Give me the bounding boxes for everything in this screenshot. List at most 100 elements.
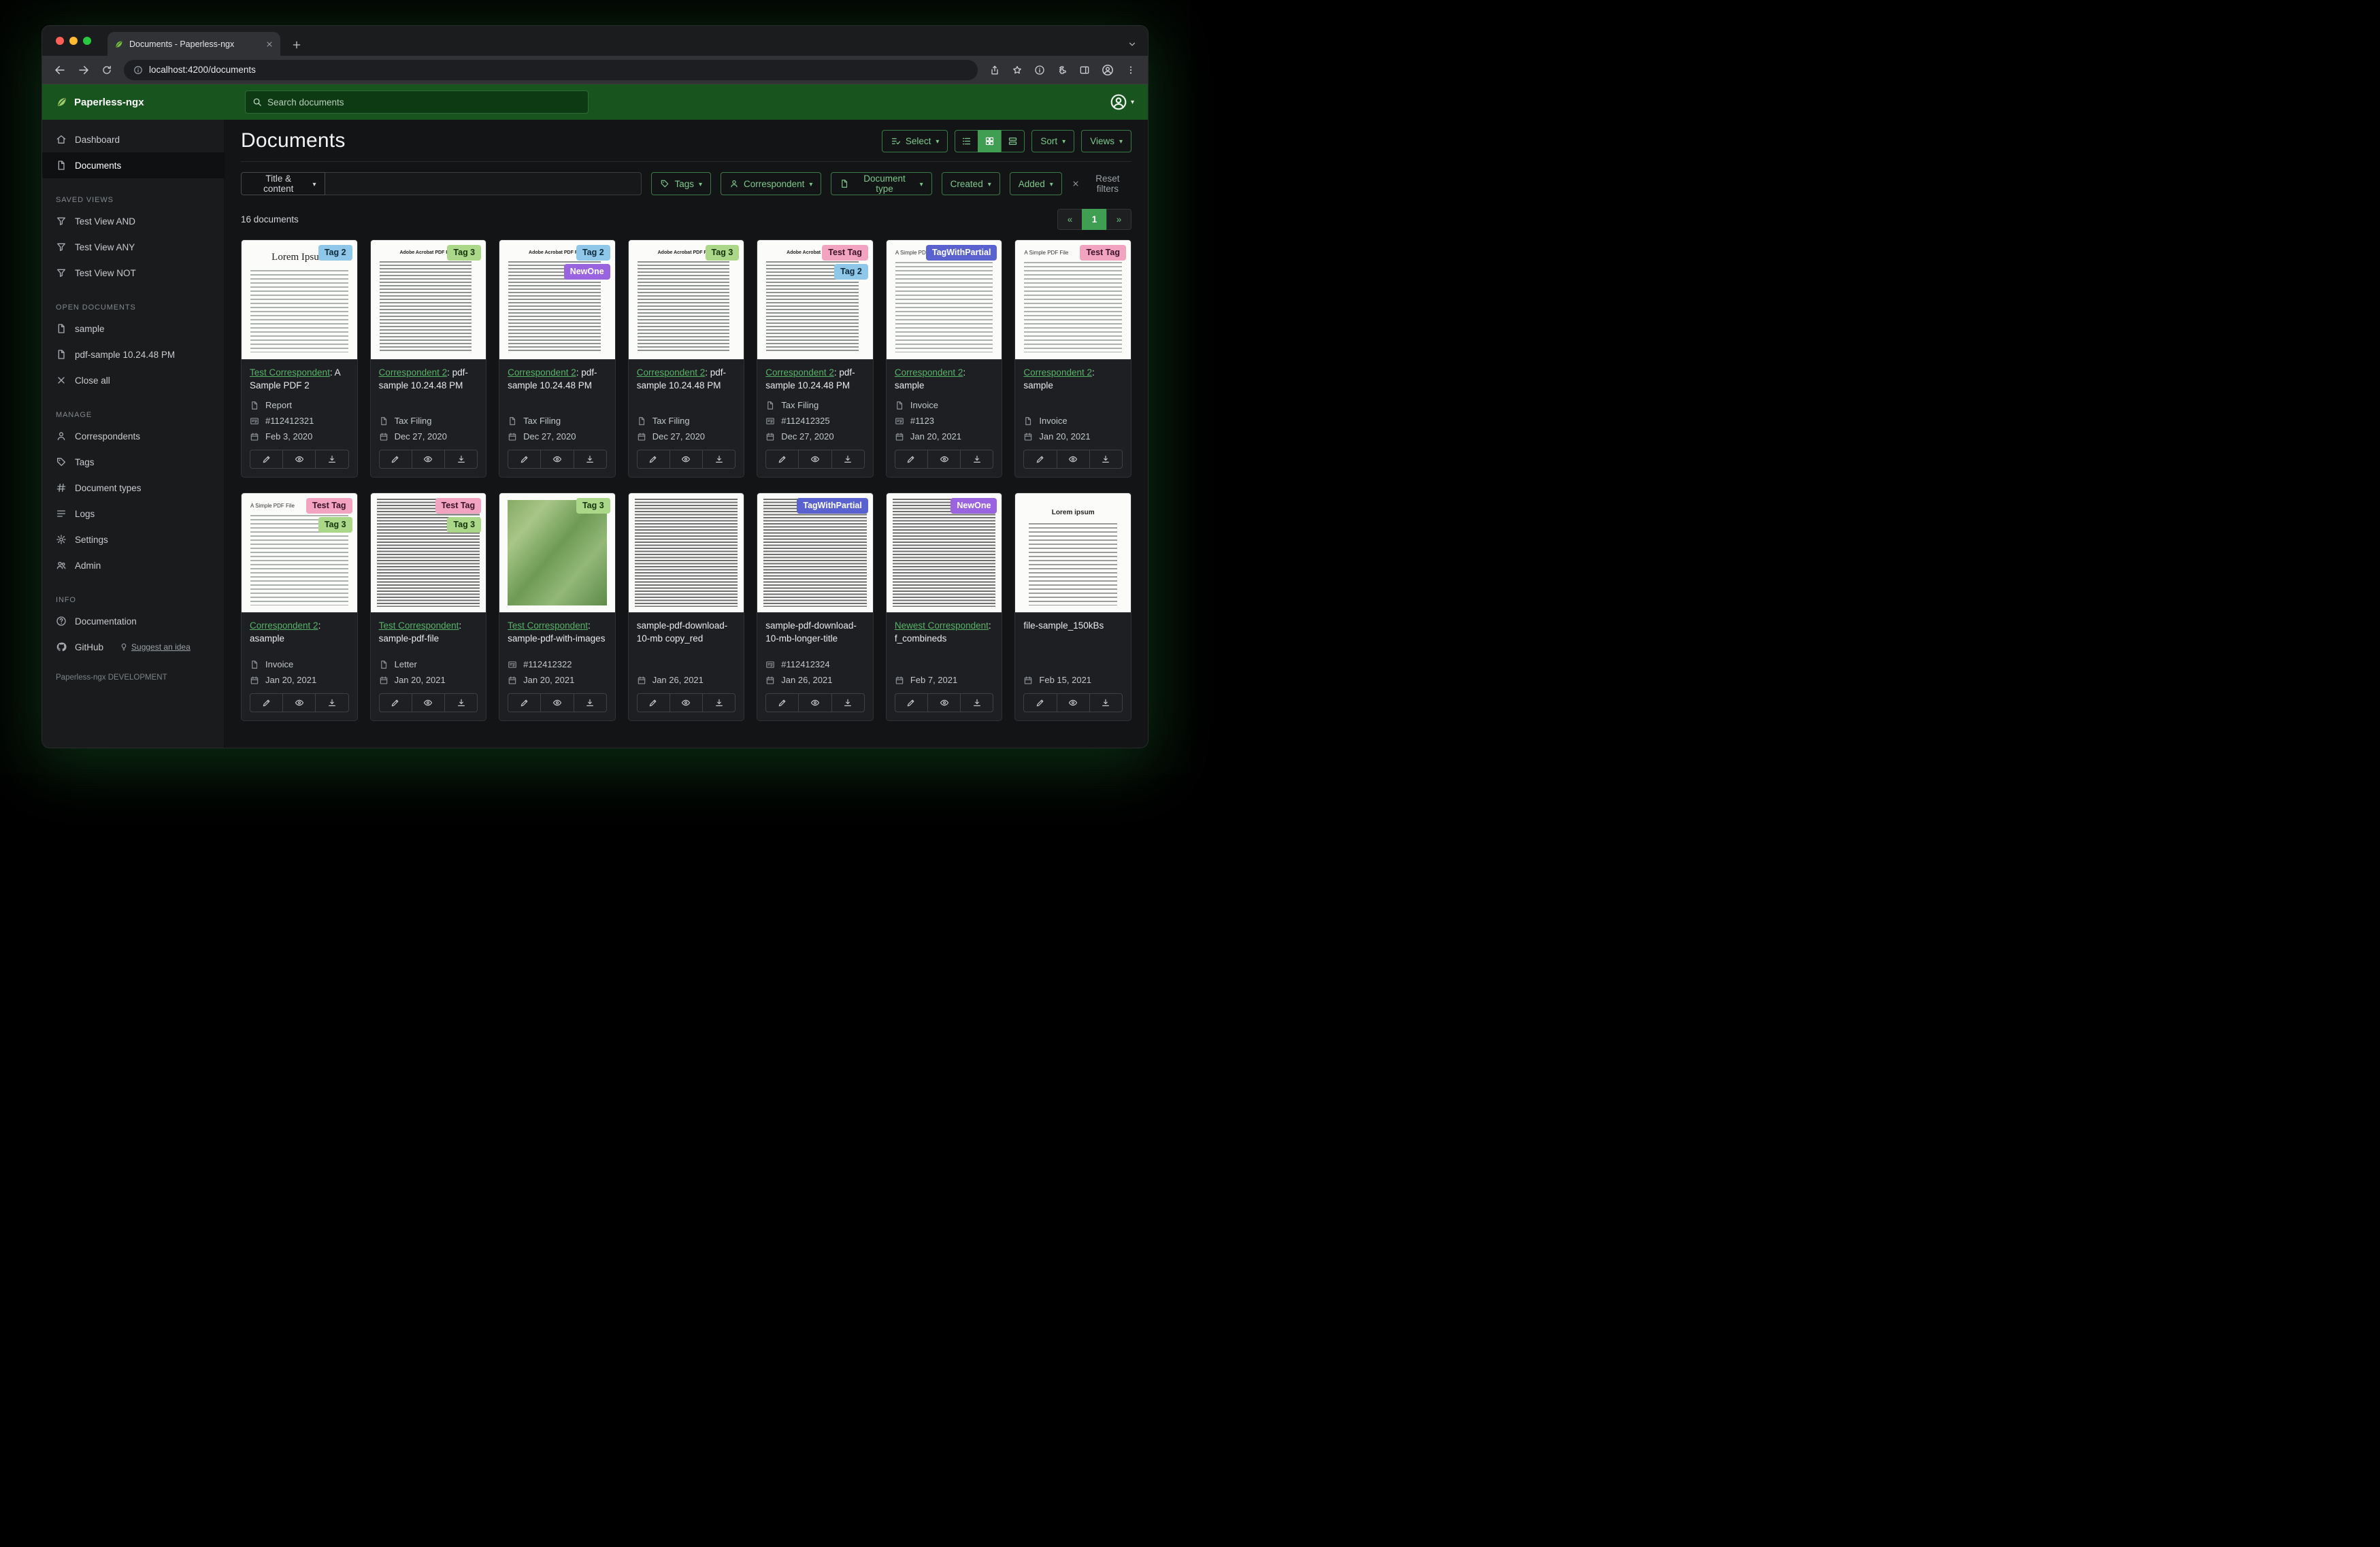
edit-button[interactable] (508, 450, 542, 469)
reload-icon[interactable] (101, 65, 112, 76)
tab-close-icon[interactable] (265, 40, 274, 48)
sidebar-item[interactable]: Correspondents (42, 423, 224, 449)
forward-icon[interactable] (78, 64, 90, 76)
sidebar-item[interactable]: Logs (42, 501, 224, 527)
download-button[interactable] (831, 693, 865, 713)
view-button[interactable] (927, 693, 961, 713)
tag-badge[interactable]: TagWithPartial (925, 245, 997, 261)
document-title-text[interactable]: file-sample_150kBs (1023, 620, 1104, 631)
correspondent-link[interactable]: Correspondent 2 (508, 367, 576, 378)
view-list-button[interactable] (955, 129, 979, 152)
document-thumbnail[interactable]: A Simple PDF File Test Tag Tag 3 (242, 493, 357, 614)
edit-button[interactable] (765, 693, 799, 713)
filter-field-button[interactable]: Title & content (241, 172, 325, 195)
browser-tab[interactable]: Documents - Paperless-ngx (108, 32, 280, 56)
view-button[interactable] (411, 693, 445, 713)
edit-button[interactable] (250, 450, 284, 469)
document-thumbnail[interactable]: A Simple PDF File Test Tag (1015, 240, 1131, 360)
view-button[interactable] (1056, 693, 1090, 713)
window-minimize-button[interactable] (69, 37, 78, 45)
tag-badge[interactable]: NewOne (951, 498, 997, 514)
sidebar-item[interactable]: Tags (42, 449, 224, 475)
download-button[interactable] (702, 450, 736, 469)
sidebar-item[interactable]: sample (42, 316, 224, 342)
download-button[interactable] (1089, 450, 1123, 469)
document-thumbnail[interactable]: Adobe Acrobat PDF Files Test Tag Tag 2 (757, 240, 873, 360)
new-tab-button[interactable] (291, 39, 302, 50)
tag-badge[interactable]: Tag 3 (576, 498, 610, 514)
side-panel-icon[interactable] (1079, 65, 1090, 76)
sidebar-item-github[interactable]: GitHub Suggest an idea (42, 634, 224, 660)
edit-button[interactable] (378, 450, 412, 469)
view-button[interactable] (669, 450, 704, 469)
tag-badge[interactable]: TagWithPartial (797, 498, 868, 514)
bookmark-star-icon[interactable] (1012, 65, 1023, 76)
extensions-icon[interactable] (1057, 65, 1068, 76)
edit-button[interactable] (636, 450, 670, 469)
browser-profile-icon[interactable] (1102, 64, 1114, 76)
view-button[interactable] (798, 450, 832, 469)
edit-button[interactable] (894, 450, 929, 469)
suggest-idea-link[interactable]: Suggest an idea (120, 642, 191, 652)
view-detail-button[interactable] (1001, 129, 1025, 152)
views-button[interactable]: Views (1081, 129, 1131, 152)
filter-text-input[interactable] (325, 172, 642, 195)
correspondent-link[interactable]: Correspondent 2 (379, 367, 448, 378)
back-icon[interactable] (54, 64, 66, 76)
sidebar-item[interactable]: Test View NOT (42, 260, 224, 286)
document-title-text[interactable]: sample-pdf-download-10-mb-longer-title (765, 620, 857, 644)
document-thumbnail[interactable]: Adobe Acrobat PDF Files Tag 3 (370, 240, 486, 360)
created-filter-button[interactable]: Created (941, 172, 1000, 195)
view-button[interactable] (927, 450, 961, 469)
tag-badge[interactable]: Tag 3 (447, 517, 482, 533)
view-button[interactable] (669, 693, 704, 713)
view-button[interactable] (540, 450, 574, 469)
document-title-text[interactable]: sample-pdf-download-10-mb copy_red (637, 620, 728, 644)
reset-filters-button[interactable]: Reset filters (1072, 173, 1131, 194)
tag-badge[interactable]: Tag 3 (705, 245, 740, 261)
download-button[interactable] (1089, 693, 1123, 713)
sidebar-item[interactable]: Dashboard (42, 127, 224, 152)
download-button[interactable] (831, 450, 865, 469)
current-page-button[interactable]: 1 (1082, 209, 1107, 230)
document-thumbnail[interactable] (628, 493, 744, 614)
correspondent-link[interactable]: Newest Correspondent (895, 620, 989, 631)
page-tools-icon[interactable] (1034, 65, 1045, 76)
correspondent-link[interactable]: Test Correspondent (508, 620, 588, 631)
tag-badge[interactable]: Test Tag (435, 498, 482, 514)
correspondent-link[interactable]: Test Correspondent (250, 367, 330, 378)
browser-menu-icon[interactable] (1125, 65, 1136, 76)
view-button[interactable] (411, 450, 445, 469)
share-icon[interactable] (989, 65, 1000, 76)
download-button[interactable] (960, 693, 994, 713)
download-button[interactable] (960, 450, 994, 469)
sidebar-item[interactable]: Test View ANY (42, 234, 224, 260)
tag-badge[interactable]: NewOne (563, 263, 610, 280)
correspondent-filter-button[interactable]: Correspondent (721, 172, 822, 195)
tab-search-icon[interactable] (1127, 39, 1137, 49)
sidebar-item[interactable]: Document types (42, 475, 224, 501)
correspondent-link[interactable]: Correspondent 2 (250, 620, 318, 631)
tag-badge[interactable]: Test Tag (1080, 245, 1126, 261)
window-close-button[interactable] (56, 37, 64, 45)
document-type-filter-button[interactable]: Document type (831, 172, 932, 195)
edit-button[interactable] (378, 693, 412, 713)
tag-badge[interactable]: Tag 2 (834, 263, 868, 280)
edit-button[interactable] (250, 693, 284, 713)
account-menu[interactable] (1110, 93, 1134, 111)
correspondent-link[interactable]: Test Correspondent (379, 620, 459, 631)
edit-button[interactable] (1023, 450, 1057, 469)
sidebar-item[interactable]: Documentation (42, 608, 224, 634)
tag-badge[interactable]: Tag 2 (318, 245, 352, 261)
tag-badge[interactable]: Tag 3 (318, 517, 352, 533)
edit-button[interactable] (765, 450, 799, 469)
download-button[interactable] (444, 693, 478, 713)
view-button[interactable] (540, 693, 574, 713)
document-thumbnail[interactable]: Lorem Ipsum Tag 2 (242, 240, 357, 360)
tag-badge[interactable]: Test Tag (306, 498, 352, 514)
edit-button[interactable] (508, 693, 542, 713)
search-input[interactable] (267, 97, 581, 107)
view-button[interactable] (282, 693, 316, 713)
site-info-icon[interactable] (133, 65, 143, 75)
correspondent-link[interactable]: Correspondent 2 (1023, 367, 1092, 378)
